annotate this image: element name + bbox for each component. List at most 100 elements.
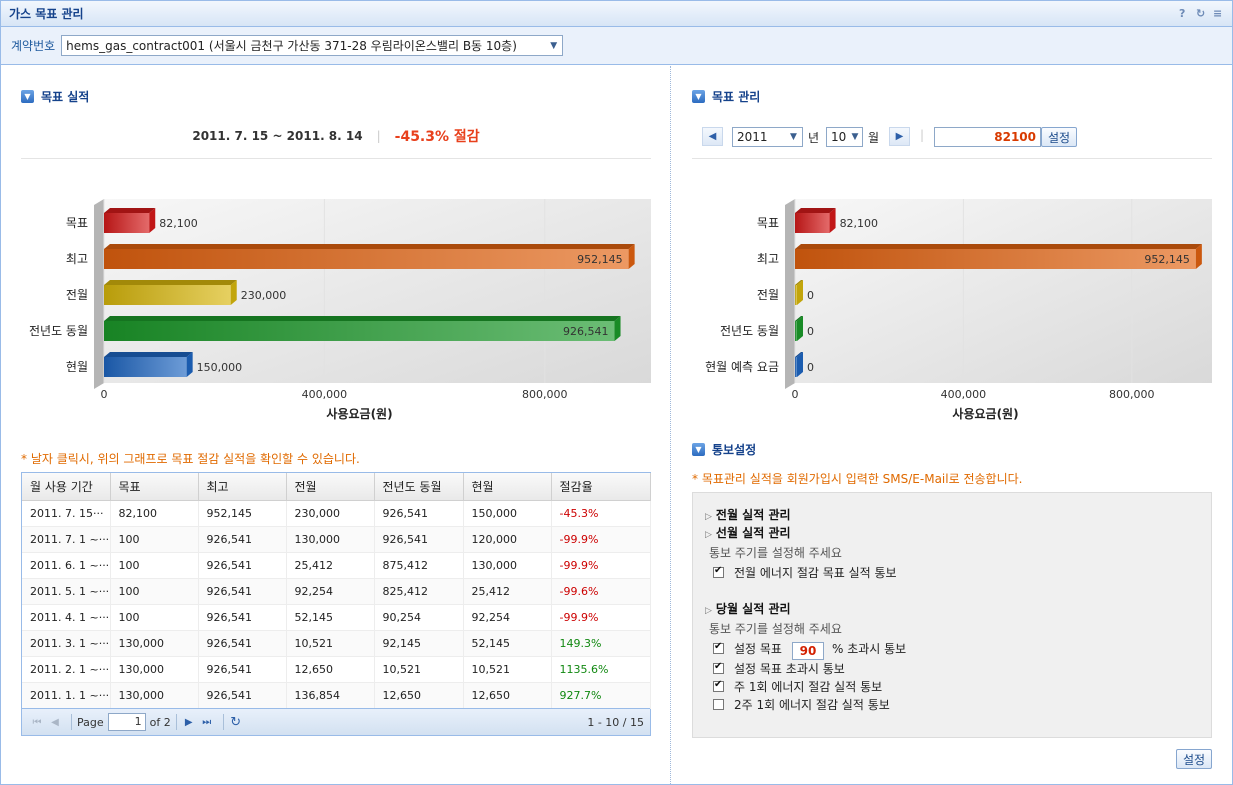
section-target-performance[interactable]: ▼ 목표 실적: [21, 88, 89, 105]
prev-month-checkbox-row[interactable]: 전월 에너지 절감 목표 실적 통보: [713, 564, 897, 581]
current-month-checkbox-row[interactable]: 주 1회 에너지 절감 실적 통보: [713, 678, 882, 695]
table-row[interactable]: 2011. 1. 1 ~··· 130,000 926,541 136,854 12,6…: [22, 682, 651, 709]
checkbox[interactable]: [713, 679, 724, 692]
set-target-button[interactable]: 설정: [1041, 127, 1077, 147]
percent-input[interactable]: 90: [791, 642, 824, 660]
table-cell: 2011. 4. 1 ~···: [22, 604, 111, 631]
next-page-icon[interactable]: ▶: [182, 715, 196, 729]
y-category-label: 목표: [757, 216, 779, 230]
checkbox[interactable]: [713, 565, 724, 578]
column-header[interactable]: 전년도 동월: [374, 473, 464, 501]
table-cell: 10,521: [374, 656, 464, 683]
prev2-month-header-label: 선월 실적 관리: [715, 526, 791, 540]
menu-icon[interactable]: ≡: [1213, 8, 1224, 19]
table-cell: -99.9%: [551, 552, 651, 579]
chevron-down-icon[interactable]: ▼: [545, 36, 562, 55]
table-cell: 926,541: [198, 604, 287, 631]
notify-settings-box: ▷전월 실적 관리 ▷선월 실적 관리 통보 주기를 설정해 주세요 전월 에너…: [692, 492, 1212, 738]
prev-page-icon[interactable]: ◀: [48, 715, 62, 729]
table-cell: 926,541: [198, 526, 287, 553]
bar: [104, 321, 615, 341]
contract-select[interactable]: hems_gas_contract001 (서울시 금천구 가산동 371-28…: [61, 35, 564, 56]
table-row[interactable]: 2011. 2. 1 ~··· 130,000 926,541 12,650 10,52…: [22, 656, 651, 683]
page-label: Page: [77, 715, 104, 729]
section-title-text: 통보설정: [712, 443, 757, 457]
current-month-checkbox-row[interactable]: 설정 목표 90 % 초과시 통보: [713, 640, 906, 660]
current-month-checkbox-row[interactable]: 설정 목표 초과시 통보: [713, 660, 845, 677]
prev2-month-header[interactable]: ▷ 선월 실적 관리: [705, 524, 791, 541]
bar: [795, 321, 797, 341]
current-month-header-label: 당월 실적 관리: [715, 602, 791, 616]
collapse-icon[interactable]: ▼: [21, 90, 34, 103]
bar: [795, 249, 1196, 269]
table-cell: 100: [110, 526, 199, 553]
table-cell: 52,145: [463, 630, 552, 657]
x-tick-label: 800,000: [522, 388, 568, 401]
bar: [795, 357, 797, 377]
x-axis-label: 사용요금(원): [952, 406, 1018, 421]
column-header[interactable]: 현월: [463, 473, 552, 501]
bar: [104, 357, 187, 377]
bar-value-label: 952,145: [577, 253, 623, 266]
table-row[interactable]: 2011. 5. 1 ~··· 100 926,541 92,254 825,412 25…: [22, 578, 651, 605]
bar-value-label: 82,100: [159, 217, 198, 230]
checkbox-label: 2주 1회 에너지 절감 실적 통보: [734, 698, 890, 712]
y-category-label: 현월 예측 요금: [705, 360, 779, 374]
table-cell: 150,000: [463, 500, 552, 527]
table-cell: -99.9%: [551, 526, 651, 553]
table-cell: -99.6%: [551, 578, 651, 605]
bar-top: [795, 208, 836, 213]
table-row[interactable]: 2011. 4. 1 ~··· 100 926,541 52,145 90,254 92,…: [22, 604, 651, 631]
column-header[interactable]: 목표: [110, 473, 199, 501]
prev-month-button[interactable]: ◀: [702, 127, 723, 146]
year-select[interactable]: 2011 ▼: [732, 127, 803, 147]
target-amount-input[interactable]: 82100: [934, 127, 1041, 147]
table-cell: 926,541: [198, 630, 287, 657]
x-tick-label: 400,000: [941, 388, 987, 401]
chevron-down-icon[interactable]: ▼: [848, 128, 862, 146]
collapse-icon[interactable]: ▼: [692, 443, 705, 456]
table-cell: 130,000: [110, 682, 199, 709]
refresh-icon[interactable]: ↻: [1196, 8, 1207, 19]
table-row[interactable]: 2011. 6. 1 ~··· 100 926,541 25,412 875,412 13…: [22, 552, 651, 579]
column-header[interactable]: 최고: [198, 473, 287, 501]
chevron-down-icon[interactable]: ▼: [785, 128, 802, 146]
column-header[interactable]: 전월: [286, 473, 375, 501]
target-bar-chart: 0 400,000 800,000 사용요금(원) 목표 82,100 최고 952,145 전…: [692, 195, 1214, 427]
page-input[interactable]: 1: [107, 713, 146, 731]
bar-value-label: 230,000: [241, 289, 286, 302]
table-cell: 120,000: [463, 526, 552, 553]
checkbox[interactable]: [713, 641, 724, 654]
current-month-header[interactable]: ▷ 당월 실적 관리: [705, 600, 791, 617]
bar-value-label: 0: [807, 289, 814, 302]
current-month-checkbox-row[interactable]: 2주 1회 에너지 절감 실적 통보: [713, 696, 890, 713]
table-cell: 2011. 6. 1 ~···: [22, 552, 111, 579]
collapse-icon[interactable]: ▼: [692, 90, 705, 103]
checkbox[interactable]: [713, 661, 724, 674]
table-cell: 12,650: [286, 656, 375, 683]
table-cell: 2011. 2. 1 ~···: [22, 656, 111, 683]
next-month-button[interactable]: ▶: [889, 127, 910, 146]
refresh-icon[interactable]: ↻: [229, 715, 243, 730]
table-cell: 2011. 7. 15···: [22, 500, 111, 527]
column-header[interactable]: 절감율: [551, 473, 651, 501]
section-target-management[interactable]: ▼ 목표 관리: [692, 88, 760, 105]
table-cell: 230,000: [286, 500, 375, 527]
first-page-icon[interactable]: ⏮: [30, 715, 44, 729]
save-notify-button[interactable]: 설정: [1176, 749, 1212, 769]
table-cell: 92,254: [463, 604, 552, 631]
table-row[interactable]: 2011. 3. 1 ~··· 130,000 926,541 10,521 92,14…: [22, 630, 651, 657]
month-select[interactable]: 10 ▼: [826, 127, 863, 147]
help-icon[interactable]: ?: [1179, 8, 1190, 19]
table-cell: 100: [110, 552, 199, 579]
prev-month-header[interactable]: ▷ 전월 실적 관리: [705, 506, 791, 523]
table-cell: 926,541: [198, 656, 287, 683]
last-page-icon[interactable]: ⏭: [200, 715, 214, 729]
checkbox[interactable]: [713, 699, 724, 710]
section-notify-settings[interactable]: ▼ 통보설정: [692, 441, 756, 458]
table-row[interactable]: 2011. 7. 1 ~··· 100 926,541 130,000 926,541 1…: [22, 526, 651, 553]
table-row[interactable]: 2011. 7. 15··· 82,100 952,145 230,000 926,54…: [22, 500, 651, 527]
column-header[interactable]: 월 사용 기간: [22, 473, 111, 501]
bar: [795, 285, 797, 305]
bar: [795, 213, 830, 233]
